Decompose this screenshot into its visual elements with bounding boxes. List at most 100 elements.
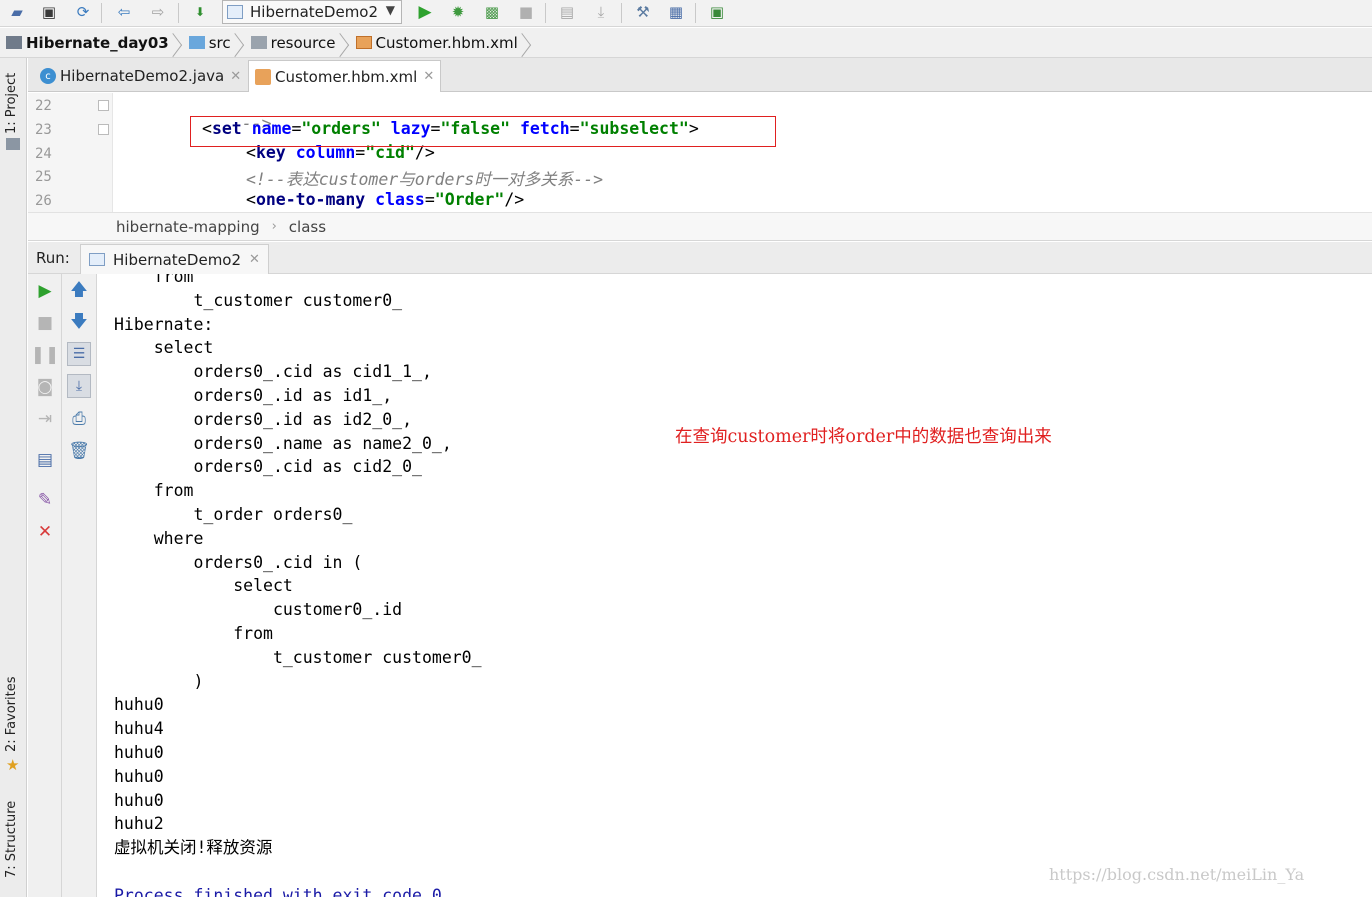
console-output[interactable]: from t_customer customer0_ Hibernate: sel… bbox=[97, 274, 1372, 897]
breadcrumb-label: Hibernate_day03 bbox=[26, 33, 169, 52]
dump-threads-icon[interactable]: ◙ bbox=[33, 375, 57, 399]
tab-label: HibernateDemo2.java bbox=[60, 67, 225, 85]
run-config-icon bbox=[227, 5, 243, 19]
pin-icon[interactable]: ✎ bbox=[33, 488, 57, 512]
line-number: 25 bbox=[35, 169, 52, 185]
project-tool-tab[interactable]: 1: Project bbox=[4, 73, 19, 134]
code-line-25: <!--表达customer与orders时一对多关系--> bbox=[246, 166, 603, 190]
structure-tool-tab[interactable]: 7: Structure bbox=[4, 801, 19, 878]
tab-hibernatedemo2-java[interactable]: c HibernateDemo2.java ✕ bbox=[34, 60, 247, 92]
favorites-tool-tab[interactable]: 2: Favorites bbox=[4, 676, 19, 752]
fold-marker-icon[interactable] bbox=[98, 100, 109, 111]
xml-file-icon bbox=[255, 68, 271, 85]
close-icon[interactable]: ✕ bbox=[249, 252, 260, 267]
project-folder-icon bbox=[6, 36, 22, 49]
close-icon[interactable]: ✕ bbox=[33, 520, 57, 544]
breadcrumb-project[interactable]: Hibernate_day03 bbox=[0, 28, 173, 58]
soft-wrap-icon[interactable]: ☰ bbox=[67, 342, 91, 366]
line-number: 23 bbox=[35, 122, 52, 138]
console-line: from bbox=[114, 274, 194, 286]
console-line: Hibernate: bbox=[114, 314, 214, 334]
xml-comment: <!--表达customer与orders时一对多关系--> bbox=[246, 170, 604, 189]
breadcrumb-separator bbox=[522, 28, 532, 58]
console-line: huhu0 bbox=[114, 742, 164, 762]
console-line: Process finished with exit code 0 bbox=[114, 885, 442, 897]
arrow-down-icon[interactable]: 🡇 bbox=[67, 311, 91, 335]
code-editor[interactable]: 22 23 24 25 26 --> <set name="orders" la… bbox=[28, 93, 1372, 212]
xml-attr: class bbox=[375, 190, 425, 209]
console-line: from bbox=[114, 481, 194, 501]
chevron-down-icon: ▼ bbox=[385, 3, 395, 17]
layout-icon[interactable]: ▤ bbox=[33, 448, 57, 472]
console-line: orders0_.name as name2_0_, bbox=[114, 433, 452, 453]
run-tab-hibernatedemo2[interactable]: HibernateDemo2 ✕ bbox=[80, 244, 269, 274]
line-number: 24 bbox=[35, 146, 52, 162]
console-line: huhu0 bbox=[114, 766, 164, 786]
pause-icon[interactable]: ❚❚ bbox=[31, 343, 60, 367]
console-line: orders0_.cid as cid2_0_ bbox=[114, 457, 422, 477]
vcs-update-icon[interactable]: ▤ bbox=[556, 2, 578, 22]
chevron-right-icon: › bbox=[271, 219, 277, 234]
console-line: t_customer customer0_ bbox=[114, 647, 482, 667]
line-number: 22 bbox=[35, 98, 52, 114]
console-line: select bbox=[114, 576, 293, 596]
console-actions-bar: 🡅 🡇 ☰ ⤓ ⎙ 🗑 bbox=[62, 274, 97, 897]
run-icon[interactable]: ▶ bbox=[414, 2, 436, 22]
save-icon[interactable]: ▣ bbox=[38, 2, 60, 22]
path-hibernate-mapping[interactable]: hibernate-mapping bbox=[116, 218, 260, 236]
run-tool-window-header: Run: HibernateDemo2 ✕ bbox=[28, 242, 1372, 274]
back-icon[interactable]: ⇦ bbox=[113, 2, 135, 22]
run-config-icon bbox=[89, 253, 105, 266]
console-line: orders0_.id as id1_, bbox=[114, 385, 393, 405]
console-line: huhu4 bbox=[114, 719, 164, 739]
exit-icon[interactable]: ⇥ bbox=[33, 407, 57, 431]
console-line: t_customer customer0_ bbox=[114, 290, 403, 310]
watermark: https://blog.csdn.net/meiLin_Ya bbox=[1049, 865, 1305, 884]
stop-icon[interactable]: ■ bbox=[515, 2, 537, 22]
tab-label: Customer.hbm.xml bbox=[275, 67, 418, 86]
stop-icon[interactable]: ■ bbox=[33, 311, 57, 335]
run-actions-bar: ▶ ■ ❚❚ ◙ ⇥ ▤ ✎ ✕ bbox=[28, 274, 62, 897]
debug-icon[interactable]: ✹ bbox=[447, 2, 469, 22]
forward-icon[interactable]: ⇨ bbox=[147, 2, 169, 22]
close-icon[interactable]: ✕ bbox=[230, 69, 241, 84]
code-line-26: <one-to-many class="Order"/> bbox=[246, 190, 525, 209]
arrow-up-icon[interactable]: 🡅 bbox=[67, 279, 91, 303]
rerun-icon[interactable]: ▶ bbox=[33, 279, 57, 303]
console-line: ) bbox=[114, 671, 204, 691]
build-icon[interactable]: ⬇ bbox=[189, 2, 211, 22]
coverage-icon[interactable]: ▩ bbox=[481, 2, 503, 22]
settings-icon[interactable]: ⚒ bbox=[632, 2, 654, 22]
project-icon bbox=[6, 138, 20, 150]
breadcrumb-file[interactable]: Customer.hbm.xml bbox=[350, 28, 522, 58]
bracket: /> bbox=[504, 190, 525, 209]
class-icon: c bbox=[40, 68, 56, 84]
print-icon[interactable]: ⎙ bbox=[67, 407, 91, 431]
red-annotation-text: 在查询customer时将order中的数据也查询出来 bbox=[675, 427, 1052, 447]
breadcrumb-label: resource bbox=[270, 33, 336, 52]
tab-customer-hbm-xml[interactable]: Customer.hbm.xml ✕ bbox=[248, 60, 442, 92]
console-line: customer0_.id bbox=[114, 600, 403, 620]
console-line: huhu0 bbox=[114, 790, 164, 810]
folder-icon bbox=[250, 36, 267, 49]
sync-icon[interactable]: ⟳ bbox=[72, 2, 94, 22]
trash-icon[interactable]: 🗑 bbox=[67, 439, 91, 463]
vcs-commit-icon[interactable]: ⤓ bbox=[590, 2, 612, 22]
sdk-icon[interactable]: ▣ bbox=[706, 2, 728, 22]
annotation-highlight-box bbox=[190, 116, 776, 147]
open-folder-icon[interactable]: ▰ bbox=[6, 2, 28, 22]
console-line: from bbox=[114, 623, 273, 643]
close-icon[interactable]: ✕ bbox=[423, 69, 434, 84]
editor-gutter: 22 23 24 25 26 bbox=[28, 93, 113, 212]
path-class[interactable]: class bbox=[289, 218, 326, 236]
run-configuration-select[interactable]: HibernateDemo2 ▼ bbox=[222, 0, 402, 24]
xml-file-icon bbox=[355, 36, 372, 49]
run-tab-label: HibernateDemo2 bbox=[113, 250, 242, 269]
console-line: 虚拟机关闭!释放资源 bbox=[114, 838, 273, 858]
breadcrumb-resource[interactable]: resource bbox=[245, 28, 340, 58]
fold-marker-icon[interactable] bbox=[98, 124, 109, 135]
star-icon: ★ bbox=[6, 756, 20, 774]
breadcrumb-separator bbox=[340, 28, 350, 58]
scroll-to-end-icon[interactable]: ⤓ bbox=[67, 374, 91, 398]
project-structure-icon[interactable]: ▦ bbox=[665, 2, 687, 22]
